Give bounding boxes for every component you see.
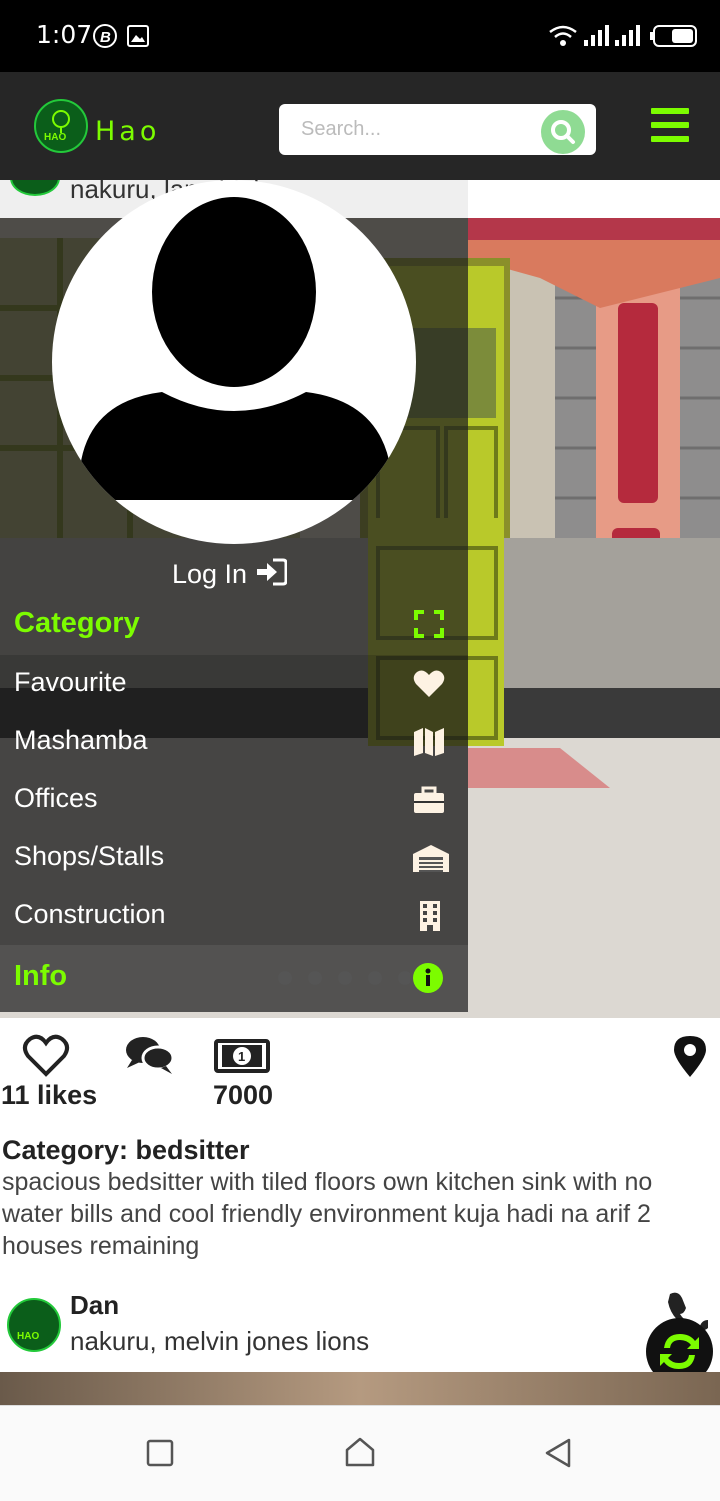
menu-button[interactable] bbox=[651, 108, 689, 142]
home-icon[interactable] bbox=[344, 1436, 376, 1468]
poster-location: nakuru, melvin jones lions bbox=[70, 1326, 370, 1356]
login-label: Log In bbox=[172, 559, 248, 589]
menu-offices-label: Offices bbox=[14, 783, 98, 813]
hamburger-bar bbox=[651, 136, 689, 142]
signal-icon bbox=[584, 25, 640, 46]
hamburger-bar bbox=[651, 108, 689, 114]
search-icon bbox=[551, 120, 575, 144]
logo-text: HAO bbox=[44, 132, 67, 143]
svg-text:1: 1 bbox=[238, 1049, 245, 1064]
menu-item-construction[interactable]: Construction bbox=[0, 887, 468, 945]
navigation-drawer: nakuru, lan chini Log In Category Favour… bbox=[0, 180, 468, 1012]
listing-category: Category: bedsitter bbox=[2, 1135, 250, 1165]
carousel-dots bbox=[278, 971, 410, 985]
battery-icon bbox=[650, 25, 697, 47]
menu-favourite-label: Favourite bbox=[14, 667, 127, 697]
menu-item-mashamba[interactable]: Mashamba bbox=[0, 713, 468, 771]
login-button[interactable]: Log In bbox=[172, 558, 288, 590]
menu-info-label: Info bbox=[14, 960, 68, 992]
recent-apps-icon[interactable] bbox=[146, 1439, 174, 1467]
hamburger-bar bbox=[651, 122, 689, 128]
app-logo[interactable]: HAO bbox=[34, 99, 88, 153]
comments-icon[interactable] bbox=[124, 1034, 176, 1076]
warehouse-icon bbox=[413, 845, 449, 872]
menu-construction-label: Construction bbox=[14, 899, 166, 929]
menu-shops-label: Shops/Stalls bbox=[14, 841, 165, 871]
svg-text:B: B bbox=[100, 29, 111, 46]
menu-item-offices[interactable]: Offices bbox=[0, 771, 468, 829]
building-icon bbox=[420, 901, 440, 931]
menu-category-heading[interactable]: Category bbox=[0, 595, 468, 653]
gallery-icon bbox=[127, 25, 149, 47]
sign-in-icon bbox=[256, 558, 288, 586]
menu-item-favourite[interactable]: Favourite bbox=[0, 655, 468, 713]
like-heart-icon[interactable] bbox=[22, 1034, 70, 1078]
person-placeholder-icon bbox=[79, 197, 392, 500]
likes-count: 11 likes bbox=[1, 1080, 98, 1110]
menu-info-heading[interactable]: Info bbox=[0, 948, 468, 1006]
status-time: 1:07 bbox=[36, 20, 93, 49]
poster-name[interactable]: Dan bbox=[70, 1290, 119, 1321]
app-bar: HAO Hao bbox=[0, 72, 720, 180]
user-avatar[interactable] bbox=[52, 180, 416, 544]
menu-category-label: Category bbox=[14, 607, 140, 639]
logo-house-icon bbox=[52, 110, 70, 133]
menu-mashamba-label: Mashamba bbox=[14, 725, 148, 755]
heart-icon bbox=[413, 670, 445, 697]
b-app-icon: B bbox=[93, 24, 117, 48]
price-value: 7000 bbox=[213, 1080, 274, 1110]
location-pin-icon[interactable] bbox=[672, 1034, 708, 1078]
back-icon[interactable] bbox=[543, 1437, 573, 1469]
briefcase-icon bbox=[414, 786, 444, 813]
info-icon bbox=[413, 963, 443, 993]
next-listing-photo[interactable] bbox=[0, 1372, 720, 1405]
map-icon bbox=[414, 728, 444, 756]
menu-item-shops-stalls[interactable]: Shops/Stalls bbox=[0, 829, 468, 887]
listing-description: spacious bedsitter with tiled floors own… bbox=[2, 1168, 653, 1260]
poster-avatar[interactable]: HAO bbox=[7, 1298, 61, 1352]
system-nav-bar bbox=[0, 1405, 720, 1501]
search-button[interactable] bbox=[541, 110, 585, 154]
poster-logo-text: HAO bbox=[17, 1331, 40, 1342]
status-bar: 1:07 B bbox=[0, 0, 720, 72]
price-money-icon: 1 bbox=[214, 1039, 270, 1073]
app-name: Hao bbox=[95, 116, 161, 147]
poster-avatar bbox=[10, 180, 60, 196]
wifi-icon bbox=[549, 25, 577, 46]
expand-icon bbox=[414, 610, 444, 638]
